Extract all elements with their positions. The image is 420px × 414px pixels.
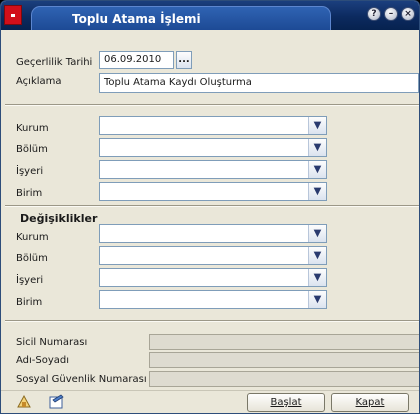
adsoyad-label: Adı-Soyadı [16, 355, 70, 366]
kurum-label: Kurum [16, 123, 49, 134]
birim-label: Birim [16, 188, 43, 199]
new-bolum-select[interactable]: ▼ [99, 246, 327, 265]
app-menu-icon[interactable] [4, 5, 22, 25]
desc-label: Açıklama [16, 76, 62, 87]
window-title: Toplu Atama İşlemi [72, 12, 201, 26]
sgk-label: Sosyal Güvenlik Numarası [16, 374, 147, 385]
close-button[interactable]: Kapat [331, 393, 409, 412]
help-icon[interactable]: ? [367, 7, 381, 21]
date-field[interactable]: 06.09.2010 [99, 51, 174, 69]
new-birim-label: Birim [16, 297, 43, 308]
chevron-down-icon[interactable]: ▼ [308, 183, 326, 200]
sgk-value [149, 371, 419, 387]
date-picker-button[interactable]: ... [176, 51, 192, 69]
chevron-down-icon[interactable]: ▼ [308, 269, 326, 286]
title-tab: Toplu Atama İşlemi [31, 6, 331, 30]
isyeri-label: İşyeri [16, 166, 44, 177]
sicil-label: Sicil Numarası [16, 337, 88, 348]
bolum-select[interactable]: ▼ [99, 138, 327, 157]
new-kurum-label: Kurum [16, 232, 49, 243]
new-isyeri-label: İşyeri [16, 275, 44, 286]
adsoyad-value [149, 352, 419, 368]
note-icon[interactable] [47, 393, 65, 411]
new-kurum-select[interactable]: ▼ [99, 224, 327, 243]
form-body: Geçerlilik Tarihi 06.09.2010 ... Açıklam… [3, 30, 419, 390]
chevron-down-icon[interactable]: ▼ [308, 117, 326, 134]
chevron-down-icon[interactable]: ▼ [308, 161, 326, 178]
description-field[interactable]: Toplu Atama Kaydı Oluşturma [99, 73, 419, 93]
isyeri-select[interactable]: ▼ [99, 160, 327, 179]
changes-heading: Değişiklikler [20, 212, 98, 225]
new-bolum-label: Bölüm [16, 253, 48, 264]
minimize-icon[interactable]: – [384, 7, 398, 21]
chevron-down-icon[interactable]: ▼ [308, 291, 326, 308]
divider [5, 320, 419, 322]
chevron-down-icon[interactable]: ▼ [308, 247, 326, 264]
date-label: Geçerlilik Tarihi [16, 57, 93, 68]
divider [5, 205, 419, 207]
close-icon[interactable]: × [401, 7, 415, 21]
bolum-label: Bölüm [16, 144, 48, 155]
new-birim-select[interactable]: ▼ [99, 290, 327, 309]
divider [5, 104, 419, 106]
chevron-down-icon[interactable]: ▼ [308, 139, 326, 156]
dialog-window: Toplu Atama İşlemi ? – × Geçerlilik Tari… [0, 0, 420, 414]
sicil-value [149, 334, 419, 350]
kurum-select[interactable]: ▼ [99, 116, 327, 135]
new-isyeri-select[interactable]: ▼ [99, 268, 327, 287]
start-button[interactable]: Başlat [247, 393, 325, 412]
birim-select[interactable]: ▼ [99, 182, 327, 201]
title-bar[interactable]: Toplu Atama İşlemi ? – × [1, 1, 419, 30]
reload-icon[interactable] [15, 393, 33, 411]
chevron-down-icon[interactable]: ▼ [308, 225, 326, 242]
